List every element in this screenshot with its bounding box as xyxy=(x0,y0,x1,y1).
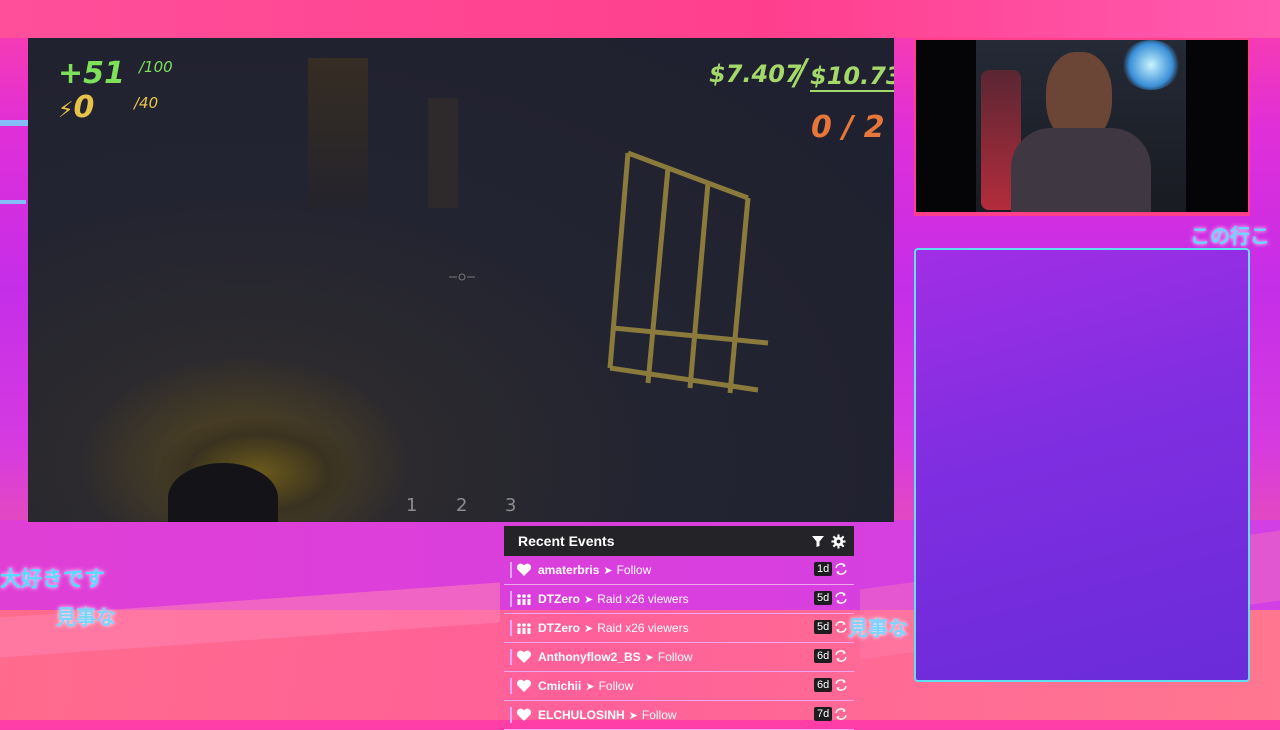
event-action: Raid x26 viewers xyxy=(597,592,689,606)
hotbar-slot-2: 2 xyxy=(456,495,468,516)
replay-icon[interactable] xyxy=(834,620,848,634)
heart-icon xyxy=(516,650,532,663)
event-age-badge: 5d xyxy=(814,620,833,634)
event-row[interactable]: DTZero ➤ Raid x26 viewers 5d xyxy=(504,614,854,643)
hotbar-slot-1: 1 xyxy=(406,495,418,516)
event-arrow-icon: ➤ xyxy=(584,593,594,606)
event-user-name: Cmichii xyxy=(538,679,582,693)
recent-events-widget: Recent Events amaterbris ➤ Follow 1d DTZero ➤… xyxy=(504,526,854,730)
game-lamp xyxy=(428,98,458,208)
lightning-icon: ⚡ xyxy=(58,98,74,123)
event-row[interactable]: Cmichii ➤ Follow 6d xyxy=(504,672,854,701)
event-action: Raid x26 viewers xyxy=(597,621,689,635)
event-accent-bar xyxy=(510,591,512,607)
event-row[interactable]: amaterbris ➤ Follow 1d xyxy=(504,556,854,585)
hud-health: +51 xyxy=(58,56,125,91)
overlay-jp-text: この行こ xyxy=(1190,224,1270,248)
hud-energy-max: /40 xyxy=(134,94,159,112)
gear-icon[interactable] xyxy=(831,533,846,549)
game-window-frame xyxy=(607,150,769,394)
event-user-name: amaterbris xyxy=(538,563,600,577)
overlay-jp-text: 大好きです xyxy=(0,567,105,591)
replay-icon[interactable] xyxy=(834,562,848,576)
event-accent-bar xyxy=(510,620,512,636)
replay-icon[interactable] xyxy=(834,649,848,663)
viewers-icon xyxy=(517,623,531,634)
event-age-badge: 6d xyxy=(814,678,833,692)
webcam-light xyxy=(1121,40,1181,90)
overlay-glitch-line xyxy=(0,200,26,204)
event-row[interactable]: DTZero ➤ Raid x26 viewers 5d xyxy=(504,585,854,614)
event-action: Follow xyxy=(616,563,652,577)
filter-icon[interactable] xyxy=(811,534,825,548)
webcam-person-body xyxy=(1011,128,1151,212)
game-doorway xyxy=(308,58,368,208)
hud-money-current: $7.407 xyxy=(709,60,802,88)
game-capture: +51 /100 ⚡0 /40 $7.407 / $10.733 0 / 2 1… xyxy=(28,38,894,522)
heart-icon xyxy=(516,563,532,576)
event-accent-bar xyxy=(510,678,512,694)
hotbar-slot-3: 3 xyxy=(505,495,517,516)
event-user-name: DTZero xyxy=(538,592,580,606)
heart-icon xyxy=(516,679,532,692)
recent-events-header: Recent Events xyxy=(504,526,854,556)
event-row[interactable]: ELCHULOSINH ➤ Follow 7d xyxy=(504,701,854,730)
event-accent-bar xyxy=(510,649,512,665)
event-age-badge: 6d xyxy=(814,649,833,663)
event-action: Follow xyxy=(598,679,634,693)
event-age-badge: 5d xyxy=(814,591,833,605)
recent-events-title: Recent Events xyxy=(518,533,615,549)
recent-events-list: amaterbris ➤ Follow 1d DTZero ➤ Raid x26 viewe… xyxy=(504,556,854,730)
event-accent-bar xyxy=(510,707,512,723)
event-arrow-icon: ➤ xyxy=(585,680,595,693)
event-action: Follow xyxy=(657,650,693,664)
viewers-icon xyxy=(517,594,531,605)
overlay-jp-text: 見事な xyxy=(56,605,116,629)
event-user-name: DTZero xyxy=(538,621,580,635)
webcam-feed xyxy=(916,40,1248,212)
hud-energy: ⚡0 xyxy=(58,90,94,125)
event-arrow-icon: ➤ xyxy=(584,622,594,635)
overlay-jp-text: 見事な xyxy=(848,616,908,640)
side-panel xyxy=(914,248,1250,682)
replay-icon[interactable] xyxy=(834,591,848,605)
event-row[interactable]: Anthonyflow2_BS ➤ Follow 6d xyxy=(504,643,854,672)
event-age-badge: 1d xyxy=(814,562,833,576)
overlay-glitch-line xyxy=(0,120,30,126)
event-arrow-icon: ➤ xyxy=(644,651,654,664)
event-accent-bar xyxy=(510,562,512,578)
overlay-top-band xyxy=(0,0,1280,38)
hud-objective-count: 0 / 2 xyxy=(811,110,885,145)
replay-icon[interactable] xyxy=(834,707,848,721)
event-user-name: Anthonyflow2_BS xyxy=(538,650,641,664)
event-arrow-icon: ➤ xyxy=(603,564,613,577)
event-age-badge: 7d xyxy=(814,707,833,721)
crosshair-icon xyxy=(449,273,475,281)
hud-health-max: /100 xyxy=(139,58,173,76)
replay-icon[interactable] xyxy=(834,678,848,692)
hud-money-goal: $10.733 xyxy=(810,62,894,92)
hud-energy-value: 0 xyxy=(73,90,95,125)
hud-money-separator: / xyxy=(794,52,807,93)
